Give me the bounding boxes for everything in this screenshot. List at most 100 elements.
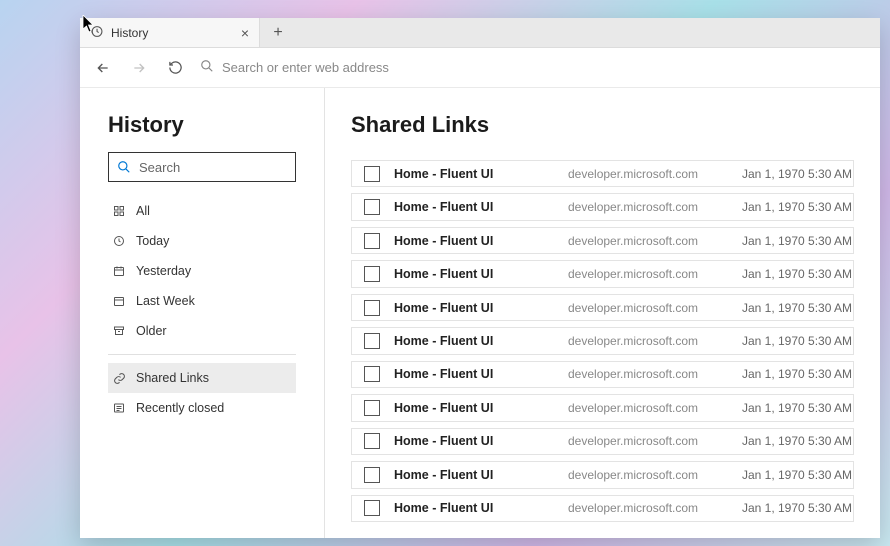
main-heading: Shared Links (351, 112, 854, 138)
item-url: developer.microsoft.com (568, 501, 698, 515)
archive-icon (112, 324, 126, 338)
list-item[interactable]: Home - Fluent UI developer.microsoft.com J… (351, 327, 854, 354)
item-url: developer.microsoft.com (568, 434, 698, 448)
item-timestamp: Jan 1, 1970 5:30 AM (712, 301, 852, 315)
toolbar: Search or enter web address (80, 48, 880, 88)
address-bar-placeholder: Search or enter web address (222, 60, 389, 75)
list-item[interactable]: Home - Fluent UI developer.microsoft.com J… (351, 193, 854, 220)
list-item[interactable]: Home - Fluent UI developer.microsoft.com J… (351, 160, 854, 187)
checkbox[interactable] (364, 467, 380, 483)
divider (108, 354, 296, 355)
sidebar-item-label: Yesterday (136, 264, 191, 278)
sidebar-item-shared-links[interactable]: Shared Links (108, 363, 296, 393)
item-url: developer.microsoft.com (568, 267, 698, 281)
sidebar-item-all[interactable]: All (108, 196, 296, 226)
checkbox[interactable] (364, 500, 380, 516)
sidebar-item-yesterday[interactable]: Yesterday (108, 256, 296, 286)
list-item[interactable]: Home - Fluent UI developer.microsoft.com J… (351, 294, 854, 321)
item-title: Home - Fluent UI (394, 367, 554, 381)
list-item[interactable]: Home - Fluent UI developer.microsoft.com J… (351, 461, 854, 488)
item-title: Home - Fluent UI (394, 334, 554, 348)
search-input[interactable]: Search (108, 152, 296, 182)
sidebar: History Search All Today Yesterday Last Wee… (80, 88, 325, 538)
item-url: developer.microsoft.com (568, 367, 698, 381)
item-timestamp: Jan 1, 1970 5:30 AM (712, 234, 852, 248)
back-button[interactable] (92, 57, 114, 79)
list-item[interactable]: Home - Fluent UI developer.microsoft.com J… (351, 428, 854, 455)
sidebar-item-label: Recently closed (136, 401, 224, 415)
item-timestamp: Jan 1, 1970 5:30 AM (712, 401, 852, 415)
item-url: developer.microsoft.com (568, 234, 698, 248)
checkbox[interactable] (364, 333, 380, 349)
list-item[interactable]: Home - Fluent UI developer.microsoft.com J… (351, 227, 854, 254)
history-icon (112, 401, 126, 415)
item-url: developer.microsoft.com (568, 401, 698, 415)
item-timestamp: Jan 1, 1970 5:30 AM (712, 501, 852, 515)
address-bar[interactable]: Search or enter web address (200, 59, 868, 76)
forward-button[interactable] (128, 57, 150, 79)
sidebar-nav-other: Shared Links Recently closed (108, 363, 296, 423)
item-title: Home - Fluent UI (394, 401, 554, 415)
sidebar-item-label: Shared Links (136, 371, 209, 385)
list-item[interactable]: Home - Fluent UI developer.microsoft.com J… (351, 260, 854, 287)
checkbox[interactable] (364, 300, 380, 316)
item-timestamp: Jan 1, 1970 5:30 AM (712, 200, 852, 214)
list-item[interactable]: Home - Fluent UI developer.microsoft.com J… (351, 495, 854, 522)
checkbox[interactable] (364, 433, 380, 449)
shared-links-list: Home - Fluent UI developer.microsoft.com J… (351, 160, 854, 528)
list-item[interactable]: Home - Fluent UI developer.microsoft.com J… (351, 394, 854, 421)
sidebar-item-recently-closed[interactable]: Recently closed (108, 393, 296, 423)
calendar-icon (112, 294, 126, 308)
mouse-cursor (82, 15, 96, 33)
item-url: developer.microsoft.com (568, 167, 698, 181)
sidebar-heading: History (108, 112, 296, 138)
item-timestamp: Jan 1, 1970 5:30 AM (712, 167, 852, 181)
main-panel: Shared Links Home - Fluent UI developer.m… (325, 88, 880, 538)
clock-icon (112, 234, 126, 248)
new-tab-button[interactable]: + (260, 18, 296, 47)
item-url: developer.microsoft.com (568, 301, 698, 315)
search-icon (200, 59, 214, 76)
checkbox[interactable] (364, 266, 380, 282)
item-url: developer.microsoft.com (568, 468, 698, 482)
item-title: Home - Fluent UI (394, 501, 554, 515)
checkbox[interactable] (364, 233, 380, 249)
item-timestamp: Jan 1, 1970 5:30 AM (712, 267, 852, 281)
item-timestamp: Jan 1, 1970 5:30 AM (712, 434, 852, 448)
checkbox[interactable] (364, 199, 380, 215)
sidebar-nav-time: All Today Yesterday Last Week Older (108, 196, 296, 346)
item-url: developer.microsoft.com (568, 200, 698, 214)
sidebar-item-today[interactable]: Today (108, 226, 296, 256)
page-content: History Search All Today Yesterday Last Wee… (80, 88, 880, 538)
sidebar-item-last-week[interactable]: Last Week (108, 286, 296, 316)
item-timestamp: Jan 1, 1970 5:30 AM (712, 334, 852, 348)
item-title: Home - Fluent UI (394, 167, 554, 181)
sidebar-item-label: All (136, 204, 150, 218)
reload-button[interactable] (164, 57, 186, 79)
checkbox[interactable] (364, 166, 380, 182)
search-placeholder: Search (139, 160, 180, 175)
item-title: Home - Fluent UI (394, 200, 554, 214)
checkbox[interactable] (364, 400, 380, 416)
sidebar-item-older[interactable]: Older (108, 316, 296, 346)
checkbox[interactable] (364, 366, 380, 382)
item-title: Home - Fluent UI (394, 234, 554, 248)
sidebar-item-label: Older (136, 324, 167, 338)
browser-window: History × + Search or enter web address … (80, 18, 880, 538)
item-title: Home - Fluent UI (394, 468, 554, 482)
browser-tab[interactable]: History × (80, 18, 260, 47)
item-url: developer.microsoft.com (568, 334, 698, 348)
tab-title: History (111, 26, 148, 40)
sidebar-item-label: Last Week (136, 294, 195, 308)
item-timestamp: Jan 1, 1970 5:30 AM (712, 468, 852, 482)
item-timestamp: Jan 1, 1970 5:30 AM (712, 367, 852, 381)
item-title: Home - Fluent UI (394, 434, 554, 448)
list-item[interactable]: Home - Fluent UI developer.microsoft.com J… (351, 361, 854, 388)
grid-icon (112, 204, 126, 218)
calendar-week-icon (112, 264, 126, 278)
tab-strip: History × + (80, 18, 880, 48)
item-title: Home - Fluent UI (394, 267, 554, 281)
link-icon (112, 371, 126, 385)
item-title: Home - Fluent UI (394, 301, 554, 315)
close-icon[interactable]: × (241, 25, 249, 41)
